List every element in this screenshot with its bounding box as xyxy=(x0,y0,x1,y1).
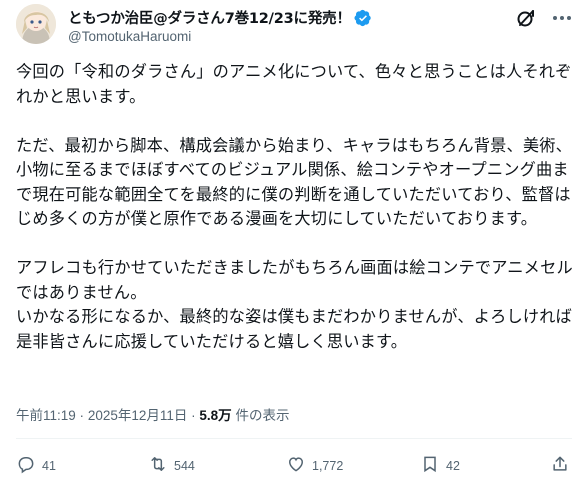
bookmark-button[interactable]: 42 xyxy=(420,454,460,477)
heart-icon xyxy=(286,454,306,477)
retweet-icon xyxy=(148,454,168,477)
bookmark-icon xyxy=(420,454,440,477)
like-button[interactable]: 1,772 xyxy=(286,454,343,477)
like-count: 1,772 xyxy=(312,458,344,473)
meta-separator: · xyxy=(191,408,196,423)
tweet-text: 今回の「令和のダラさん」のアニメ化について、色々と思うことは人それぞれかと思いま… xyxy=(16,60,576,354)
views-count[interactable]: 5.8万 xyxy=(199,408,231,423)
verified-badge-icon[interactable] xyxy=(354,9,372,27)
header-actions xyxy=(514,6,574,30)
reply-icon xyxy=(16,454,36,477)
author-name-row: ともつか治臣@ダラさん7巻12/23に発売！ xyxy=(68,7,372,28)
tweet-paragraph: 今回の「令和のダラさん」のアニメ化について、色々と思うことは人それぞれかと思いま… xyxy=(16,62,572,106)
tweet-paragraph: ただ、最初から脚本、構成会議から始まり、キャラはもちろん背景、美術、小物に至るま… xyxy=(16,135,573,229)
more-icon[interactable] xyxy=(550,6,574,30)
share-button[interactable] xyxy=(550,454,570,477)
share-icon xyxy=(550,454,570,477)
reply-button[interactable]: 41 xyxy=(16,454,56,477)
tweet-time[interactable]: 午前11:19 xyxy=(16,408,76,423)
retweet-button[interactable]: 544 xyxy=(148,454,195,477)
retweet-count: 544 xyxy=(174,458,195,473)
author-handle[interactable]: @TomotukaHaruomi xyxy=(68,29,191,44)
tweet-paragraph: アフレコも行かせていただきましたがもちろん画面は絵コンテでアニメセルではありませ… xyxy=(16,258,573,351)
grok-icon[interactable] xyxy=(514,6,538,30)
author-display-name[interactable]: ともつか治臣@ダラさん7巻12/23に発売！ xyxy=(68,7,351,28)
action-bar: 41 544 1,772 42 xyxy=(16,454,572,478)
views-label: 件の表示 xyxy=(235,408,290,423)
avatar[interactable] xyxy=(16,4,56,44)
tweet-meta: 午前11:19 · 2025年12月11日 · 5.8万 件の表示 xyxy=(16,404,289,424)
reply-count: 41 xyxy=(42,458,56,473)
meta-separator: · xyxy=(79,408,85,423)
tweet-date[interactable]: 2025年12月11日 xyxy=(88,408,188,423)
divider xyxy=(16,438,572,439)
bookmark-count: 42 xyxy=(446,458,460,473)
